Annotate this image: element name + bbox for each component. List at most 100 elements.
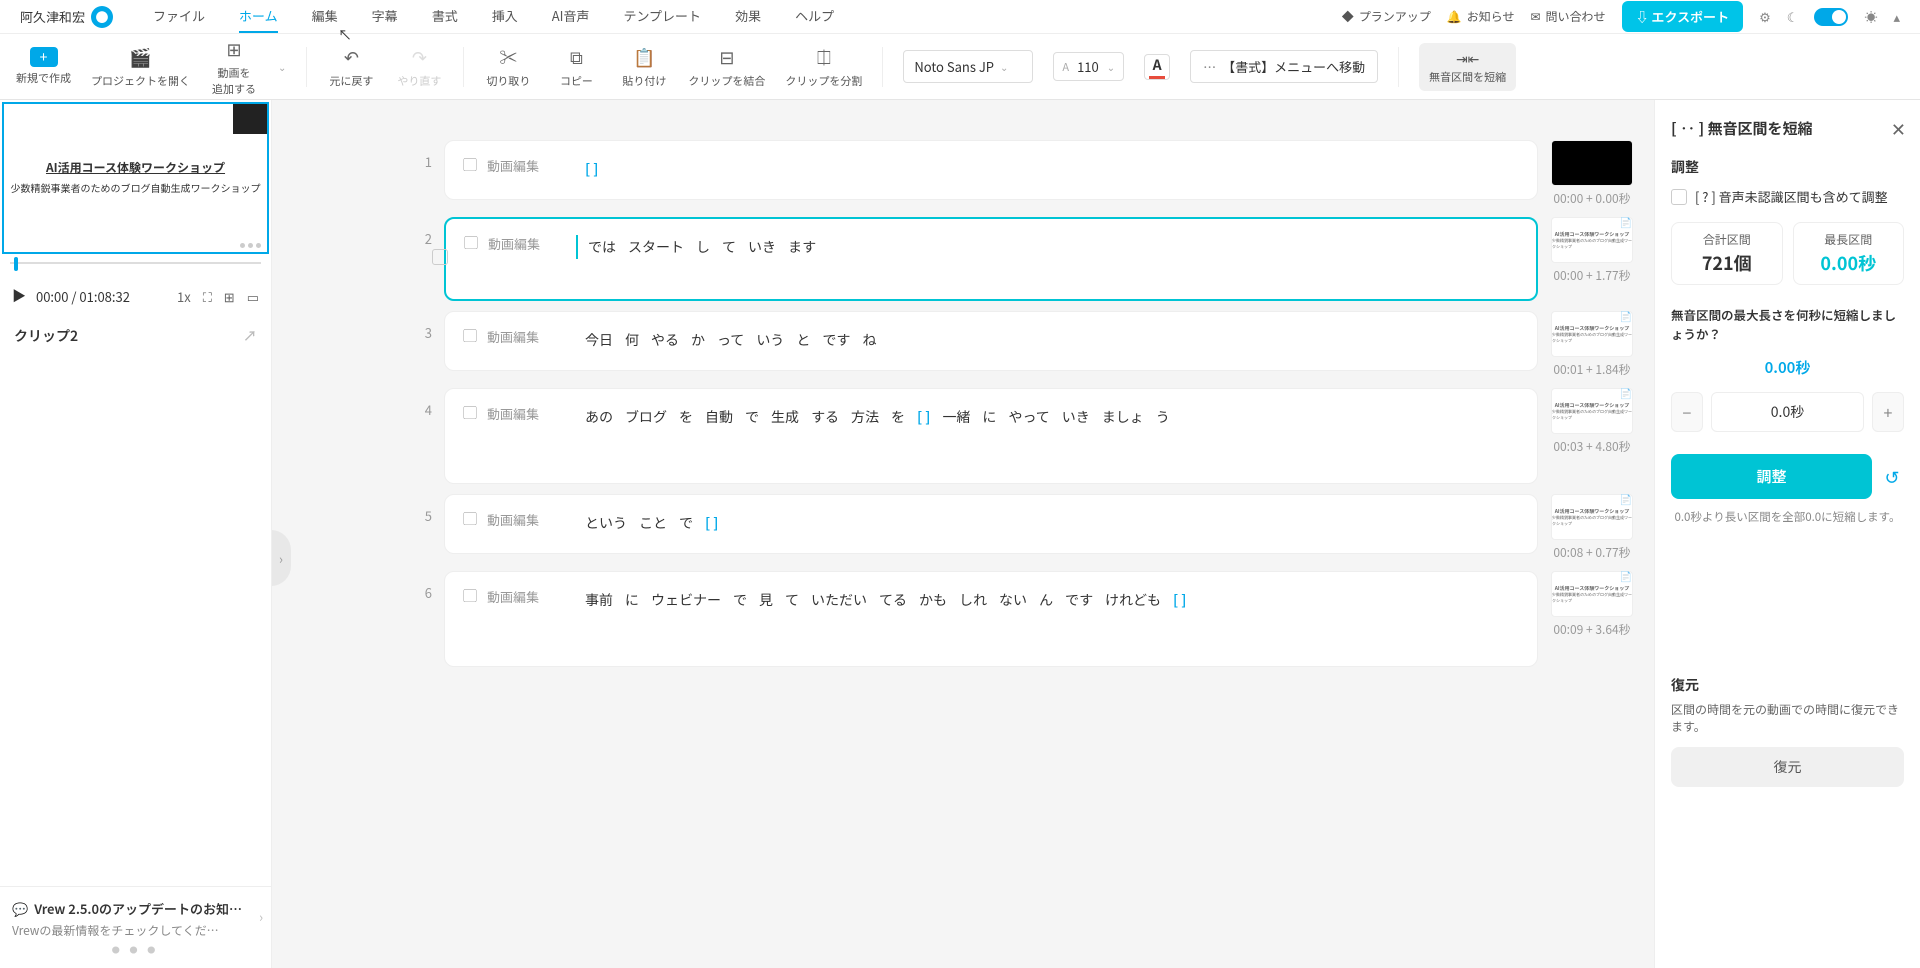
word-token[interactable]: に (980, 405, 998, 429)
merge-button[interactable]: ⊟ クリップを結合 (688, 44, 765, 89)
word-token[interactable]: です (820, 328, 852, 352)
collapse-icon[interactable]: ▴ (1893, 7, 1900, 26)
paste-button[interactable]: 📋 貼り付け (620, 44, 668, 89)
word-token[interactable]: て (783, 588, 801, 612)
menu-template[interactable]: テンプレート (623, 0, 701, 33)
plan-up-button[interactable]: ◆ プランアップ (1342, 8, 1431, 25)
user-avatar[interactable]: ● (91, 6, 113, 28)
word-token[interactable]: では (586, 235, 618, 259)
word-token[interactable]: [ ] (915, 405, 932, 429)
fullscreen-icon[interactable]: ⛶ (203, 287, 212, 306)
word-token[interactable]: いう (754, 328, 786, 352)
clip-thumbnail[interactable]: 📄AI活用コース体験ワークショップ少数精鋭事業者のためのブログ自動生成ワークショ… (1551, 571, 1633, 617)
word-token[interactable]: で (731, 588, 749, 612)
menu-file[interactable]: ファイル (153, 0, 205, 33)
word-token[interactable]: で (677, 511, 695, 535)
include-unrecognized-checkbox[interactable] (1671, 189, 1687, 205)
clip-thumbnail[interactable]: 📄AI活用コース体験ワークショップ少数精鋭事業者のためのブログ自動生成ワークショ… (1551, 311, 1633, 357)
clip-card[interactable]: ▢動画編集[ ] (444, 140, 1538, 200)
playback-speed[interactable]: 1x (177, 287, 191, 306)
text-color-button[interactable]: A (1144, 54, 1170, 80)
word-token[interactable]: ウェビナー (649, 588, 723, 612)
word-token[interactable]: ん (1037, 588, 1055, 612)
word-token[interactable]: で (743, 405, 761, 429)
contact-button[interactable]: ✉ 問い合わせ (1530, 8, 1605, 25)
word-token[interactable]: し (694, 235, 712, 259)
chevron-right-icon[interactable]: › (259, 907, 263, 926)
word-token[interactable]: [ ] (703, 511, 720, 535)
seek-bar[interactable] (0, 256, 271, 280)
clip-thumbnail[interactable] (1551, 140, 1633, 186)
menu-help[interactable]: ヘルプ (795, 0, 834, 33)
word-token[interactable]: 自動 (703, 405, 735, 429)
word-token[interactable]: に (623, 588, 641, 612)
word-token[interactable]: ね (860, 328, 878, 352)
clip-thumbnail[interactable]: 📄AI活用コース体験ワークショップ少数精鋭事業者のためのブログ自動生成ワークショ… (1551, 217, 1633, 263)
word-token[interactable]: って (715, 328, 746, 352)
theme-toggle[interactable] (1814, 8, 1848, 26)
expand-handle[interactable]: › (272, 530, 291, 586)
restore-button[interactable]: 復元 (1671, 747, 1904, 787)
chevron-down-icon[interactable]: ⌄ (278, 59, 286, 74)
menu-effect[interactable]: 効果 (735, 0, 761, 33)
word-token[interactable]: という (583, 511, 629, 535)
reset-icon[interactable]: ↺ (1880, 464, 1904, 490)
redo-button[interactable]: ↷ やり直す (395, 44, 443, 89)
undo-button[interactable]: ↶ 元に戻す (327, 44, 375, 89)
word-token[interactable]: 見 (757, 588, 775, 612)
word-token[interactable]: しれ (957, 588, 989, 612)
word-token[interactable]: あの (583, 405, 615, 429)
word-token[interactable]: 何 (623, 328, 641, 352)
external-link-icon[interactable]: ↗ (243, 326, 257, 346)
word-token[interactable]: こと (637, 511, 669, 535)
font-select[interactable]: Noto Sans JP⌄ (903, 50, 1033, 83)
gear-icon[interactable]: ⚙ (1759, 7, 1771, 26)
word-token[interactable]: 生成 (769, 405, 801, 429)
word-token[interactable]: か (689, 328, 707, 352)
news-pagination[interactable]: ● ● ● (12, 945, 259, 956)
word-token[interactable]: です (1063, 588, 1095, 612)
word-token[interactable]: 事前 (583, 588, 615, 612)
clip-card[interactable]: ▢動画編集あのブログを自動で生成する方法を[ ]一緒にやっていきましょう (444, 388, 1538, 484)
word-token[interactable]: やる (649, 328, 681, 352)
word-token[interactable]: と (794, 328, 812, 352)
duration-input[interactable]: 0.0秒 (1711, 392, 1864, 432)
word-token[interactable]: を (677, 405, 695, 429)
notice-button[interactable]: 🔔 お知らせ (1447, 8, 1515, 25)
word-token[interactable]: いき (746, 235, 778, 259)
clip-thumbnail[interactable]: 📄AI活用コース体験ワークショップ少数精鋭事業者のためのブログ自動生成ワークショ… (1551, 388, 1633, 434)
adjust-button[interactable]: 調整 (1671, 454, 1872, 499)
add-video-button[interactable]: ⊞ 動画を 追加する (210, 36, 258, 97)
word-token[interactable]: いき (1060, 405, 1092, 429)
new-button[interactable]: + 新規で作成 (16, 47, 71, 86)
open-project-button[interactable]: 🎬 プロジェクトを開く (91, 44, 190, 89)
word-token[interactable]: を (889, 405, 907, 429)
word-token[interactable]: ます (786, 235, 818, 259)
menu-ai-voice[interactable]: AI音声 (552, 0, 590, 33)
word-token[interactable]: 方法 (849, 405, 881, 429)
clip-card[interactable]: ▢動画編集事前にウェビナーで見ていただいてるかもしれないんですけれども[ ] (444, 571, 1538, 667)
increment-button[interactable]: + (1872, 392, 1904, 432)
word-token[interactable]: てる (877, 588, 909, 612)
clip-card[interactable]: ▢動画編集今日何やるかっていうとですね (444, 311, 1538, 371)
menu-edit[interactable]: 編集 (312, 0, 338, 33)
clip-checkbox[interactable] (432, 249, 448, 265)
word-token[interactable]: 一緒 (940, 405, 972, 429)
clip-thumbnail[interactable]: 📄AI活用コース体験ワークショップ少数精鋭事業者のためのブログ自動生成ワークショ… (1551, 494, 1633, 540)
font-size-input[interactable]: A 110 ⌄ (1053, 52, 1124, 81)
word-token[interactable]: する (809, 405, 841, 429)
word-token[interactable]: いただい (809, 588, 869, 612)
export-button[interactable]: ⇩ エクスポート (1622, 1, 1744, 32)
word-token[interactable]: やって (1006, 405, 1051, 429)
word-token[interactable]: スタート (626, 235, 686, 259)
menu-insert[interactable]: 挿入 (492, 0, 518, 33)
format-menu-button[interactable]: ⋯【書式】メニューへ移動 (1190, 50, 1378, 83)
word-token[interactable]: かも (917, 588, 949, 612)
aspect-icon[interactable]: ▭ (247, 287, 259, 306)
silence-shorten-button[interactable]: ⇥⇤ 無音区間を短縮 (1419, 43, 1516, 91)
split-button[interactable]: ⎅ クリップを分割 (785, 44, 862, 89)
word-token[interactable]: ブログ (623, 405, 669, 429)
menu-format[interactable]: 書式 (432, 0, 458, 33)
menu-subtitle[interactable]: 字幕 (372, 0, 398, 33)
word-token[interactable]: ましょ (1100, 405, 1146, 429)
